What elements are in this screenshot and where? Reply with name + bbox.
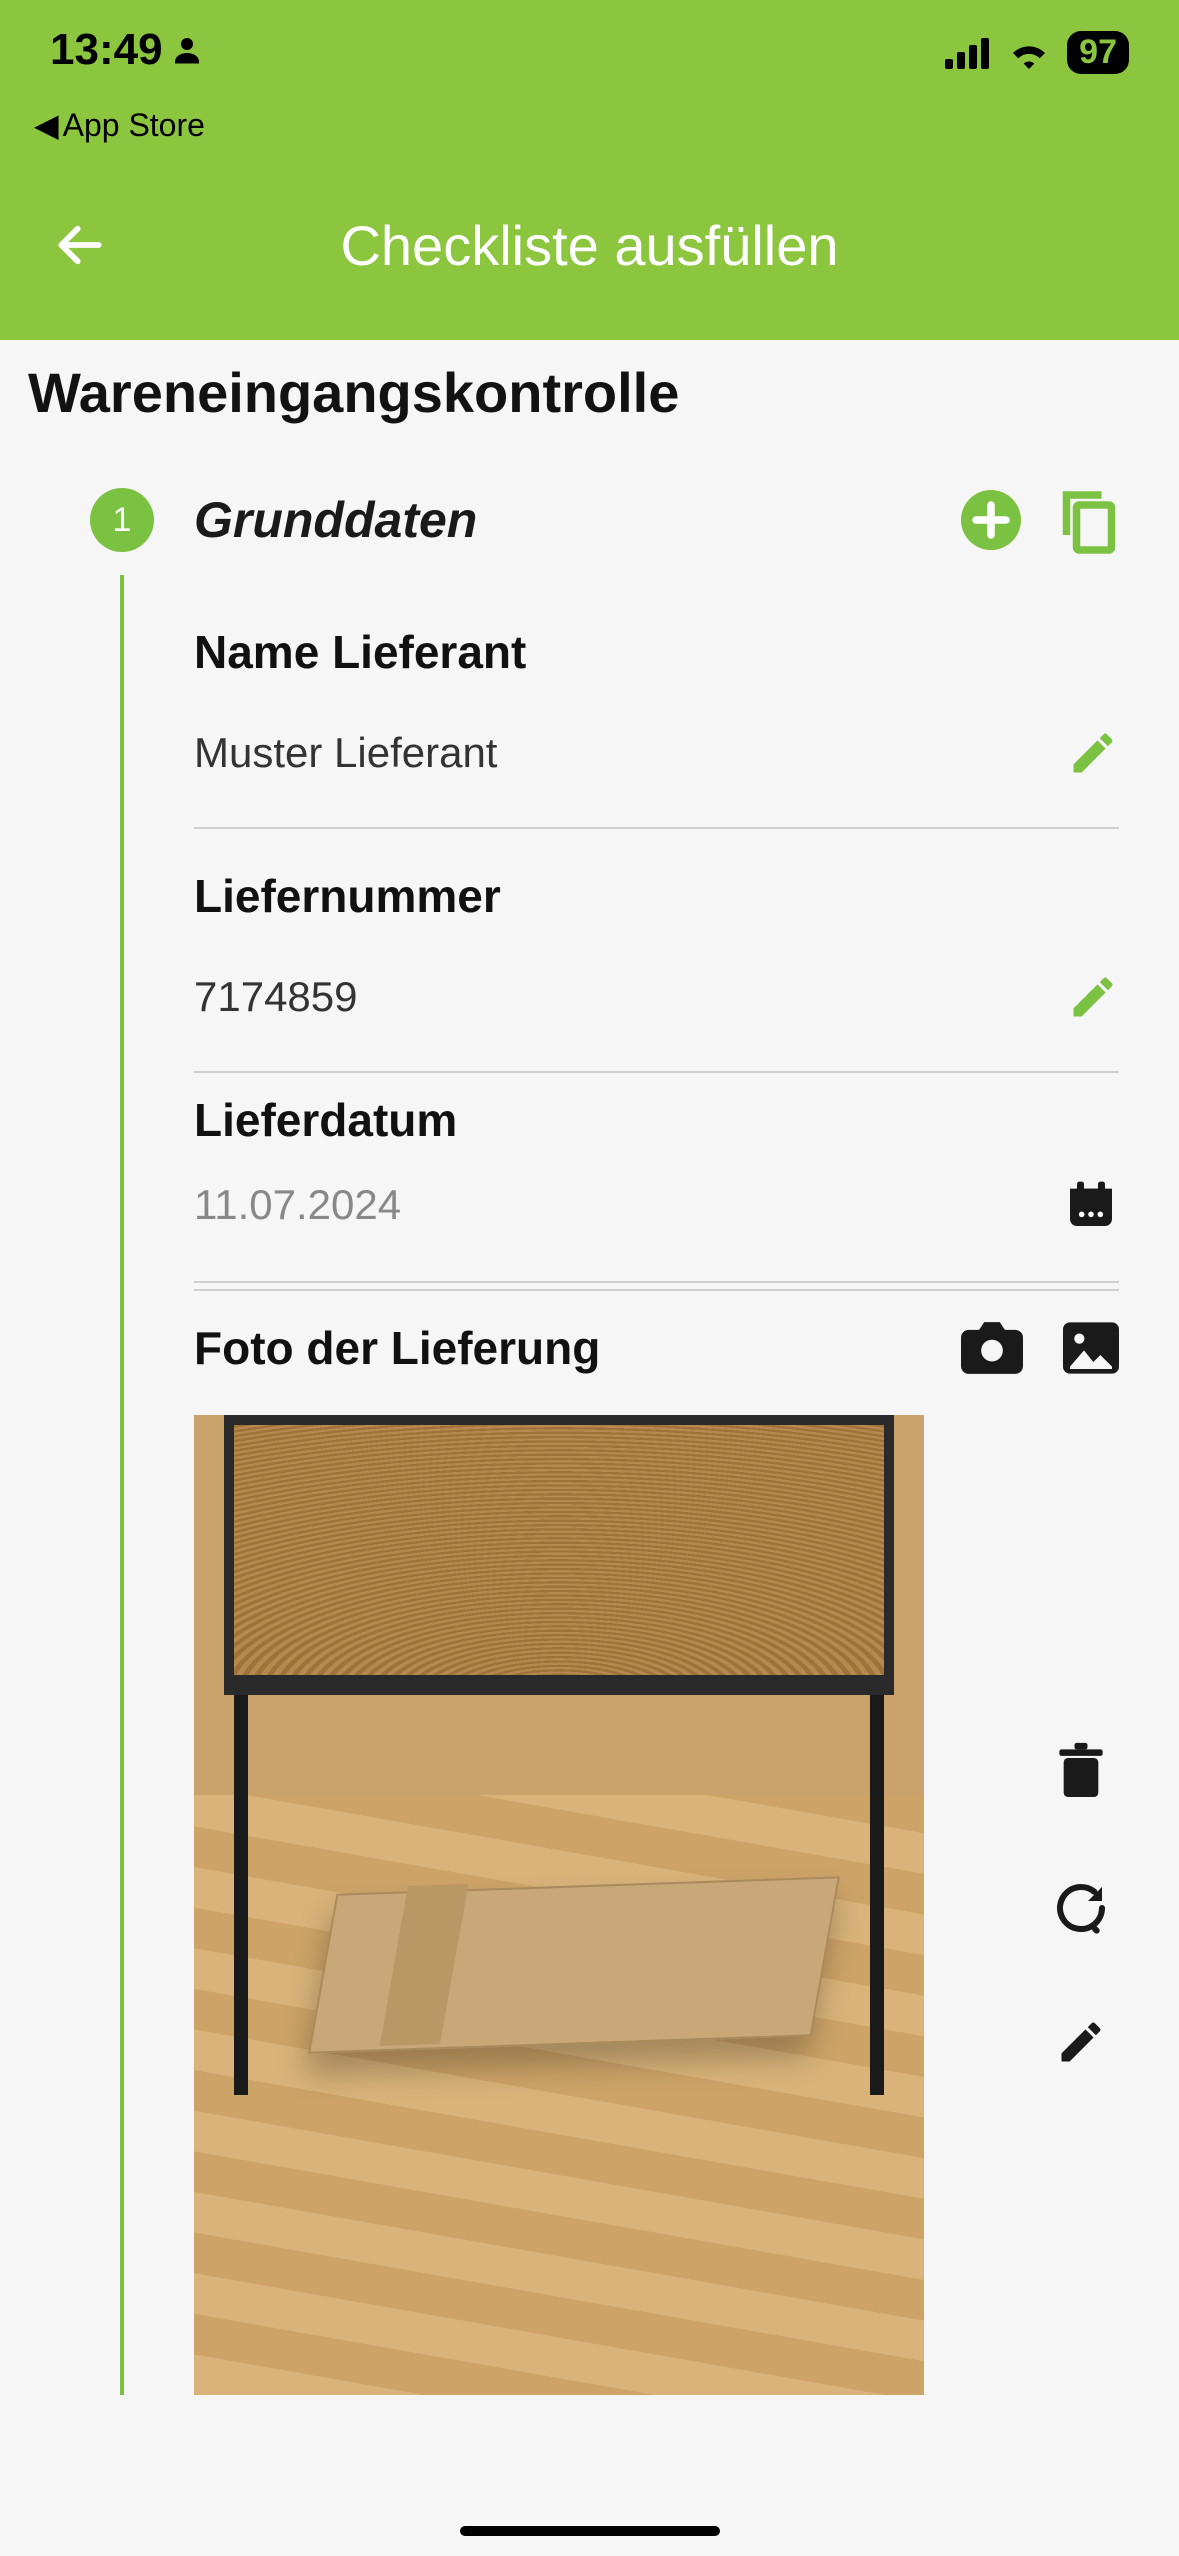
field-supplier-row[interactable]: Muster Lieferant [194, 727, 1119, 779]
photo-thumbnail-actions [1053, 1742, 1119, 2068]
status-time-text: 13:49 [50, 25, 163, 75]
app-header-title: Checkliste ausfüllen [40, 213, 1139, 278]
divider [194, 1281, 1119, 1283]
status-time: 13:49 [50, 25, 205, 75]
field-photo-label: Foto der Lieferung [194, 1321, 600, 1375]
status-bar: 13:49 97 [0, 0, 1179, 100]
edit-photo-button[interactable] [1055, 2016, 1107, 2068]
back-to-appstore[interactable]: ◀ App Store [0, 100, 1179, 150]
section-actions [961, 486, 1119, 554]
content-area: 1 Grunddaten Name Lieferant Muster Liefe… [0, 465, 1179, 2395]
field-delivery-number-row[interactable]: 7174859 [194, 971, 1119, 1023]
field-delivery-date-label: Lieferdatum [194, 1093, 1119, 1147]
battery-badge: 97 [1067, 31, 1129, 74]
edit-supplier-button[interactable] [1067, 727, 1119, 779]
copy-button[interactable] [1059, 486, 1119, 554]
photo-row [194, 1415, 1119, 2395]
fields-container: Name Lieferant Muster Lieferant Liefernu… [124, 575, 1179, 2395]
divider [194, 827, 1119, 829]
field-supplier-value: Muster Lieferant [194, 729, 497, 777]
field-delivery-number-label: Liefernummer [194, 869, 1119, 923]
delivery-photo-thumbnail[interactable] [194, 1415, 924, 2395]
section-title: Grunddaten [194, 491, 921, 549]
divider [194, 1289, 1119, 1291]
status-right: 97 [945, 25, 1129, 74]
step-number-badge: 1 [90, 488, 154, 552]
back-caret-icon: ◀ [34, 106, 59, 144]
field-delivery-date-row[interactable]: 11.07.2024 [194, 1177, 1119, 1233]
field-photo-header: Foto der Lieferung [194, 1321, 1119, 1375]
delete-photo-button[interactable] [1055, 1742, 1107, 1800]
field-supplier: Name Lieferant Muster Lieferant [194, 625, 1119, 829]
wifi-icon [1007, 37, 1051, 69]
divider [194, 1071, 1119, 1073]
back-appstore-label: App Store [63, 107, 205, 144]
status-left: 13:49 [50, 25, 205, 75]
page-subtitle: Wareneingangskontrolle [0, 340, 1179, 465]
add-button[interactable] [961, 490, 1021, 550]
home-indicator[interactable] [460, 2526, 720, 2536]
photo-header-actions [961, 1322, 1119, 1374]
field-delivery-number-value: 7174859 [194, 973, 358, 1021]
timeline: Name Lieferant Muster Lieferant Liefernu… [0, 575, 1179, 2395]
section-header: 1 Grunddaten [0, 465, 1179, 575]
field-delivery-number: Liefernummer 7174859 [194, 869, 1119, 1073]
cellular-icon [945, 37, 991, 69]
field-supplier-label: Name Lieferant [194, 625, 1119, 679]
rotate-photo-button[interactable] [1053, 1880, 1109, 1936]
field-delivery-date: Lieferdatum 11.07.2024 [194, 1093, 1119, 1291]
app-header: Checkliste ausfüllen [0, 150, 1179, 340]
gallery-button[interactable] [1063, 1322, 1119, 1374]
person-icon [169, 32, 205, 68]
field-delivery-date-value: 11.07.2024 [194, 1181, 401, 1229]
camera-button[interactable] [961, 1322, 1023, 1374]
datepicker-button[interactable] [1063, 1177, 1119, 1233]
edit-delivery-number-button[interactable] [1067, 971, 1119, 1023]
